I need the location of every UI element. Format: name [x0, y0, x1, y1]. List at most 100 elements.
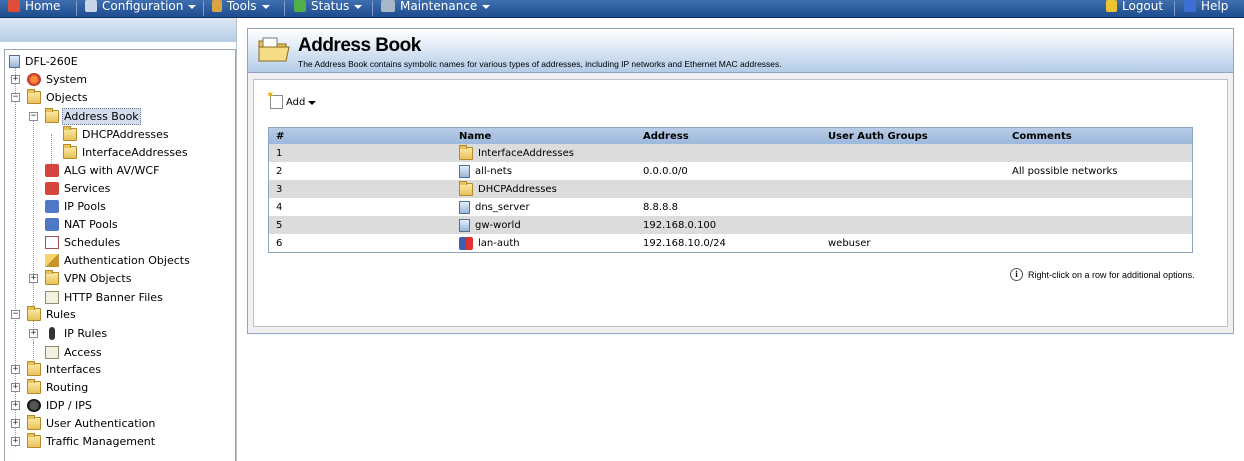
tree-item-schedules[interactable]: Schedules: [45, 234, 122, 251]
expand-toggle[interactable]: +: [11, 437, 20, 446]
tree-item-interfaces[interactable]: Interfaces: [27, 361, 103, 378]
tree-item-label: Rules: [46, 308, 76, 321]
expand-toggle[interactable]: +: [29, 329, 38, 338]
collapse-toggle[interactable]: −: [29, 112, 38, 121]
tree-item-alg[interactable]: ALG with AV/WCF: [45, 162, 161, 179]
row-number: 2: [276, 165, 283, 177]
tree-item-objects[interactable]: Objects: [27, 89, 90, 106]
add-button-label: Add: [286, 96, 306, 108]
table-row[interactable]: 4 dns_server 8.8.8.8: [269, 198, 1192, 216]
menu-home-label: Home: [25, 0, 61, 13]
row-name: DHCPAddresses: [459, 180, 643, 198]
tree-item-label: Schedules: [64, 236, 121, 249]
row-comments: [1012, 234, 1192, 252]
menu-home[interactable]: Home: [8, 0, 60, 17]
tree-item-interface-addresses[interactable]: InterfaceAddresses: [63, 144, 190, 161]
content-area: Add # Name Address User Auth Groups Comm…: [253, 79, 1228, 327]
nat-pools-icon: [45, 218, 59, 231]
tree-item-address-book[interactable]: Address Book: [45, 108, 141, 125]
expand-toggle[interactable]: +: [29, 274, 38, 283]
column-header-name[interactable]: Name: [459, 128, 643, 144]
tree-item-ip-rules[interactable]: IP Rules: [45, 325, 109, 342]
tree-item-http-banner[interactable]: HTTP Banner Files: [45, 289, 165, 306]
folder-icon: [45, 270, 59, 285]
expand-toggle[interactable]: +: [11, 383, 20, 392]
tree-item-services[interactable]: Services: [45, 180, 112, 197]
collapse-toggle[interactable]: −: [11, 310, 20, 319]
menu-status[interactable]: Status: [294, 0, 363, 17]
device-icon: [9, 55, 20, 68]
menu-help[interactable]: Help: [1184, 0, 1228, 17]
chevron-down-icon: [308, 100, 317, 105]
row-name: all-nets: [459, 162, 643, 180]
routing-icon: [27, 379, 41, 394]
tree-item-user-auth[interactable]: User Authentication: [27, 415, 157, 432]
traffic-icon: [27, 433, 41, 448]
menu-tools[interactable]: Tools: [212, 0, 270, 17]
tree-item-label: System: [46, 73, 88, 86]
table-header: # Name Address User Auth Groups Comments: [269, 128, 1192, 144]
maintenance-icon: [381, 0, 395, 12]
row-name-text: DHCPAddresses: [478, 183, 557, 195]
row-number: 3: [276, 183, 283, 195]
column-header-address[interactable]: Address: [643, 128, 828, 144]
menu-help-label: Help: [1201, 0, 1229, 13]
row-number: 1: [276, 147, 283, 159]
expand-toggle[interactable]: +: [11, 401, 20, 410]
row-address: [643, 144, 828, 162]
page-description: The Address Book contains symbolic names…: [298, 59, 782, 69]
tree-item-auth-objects[interactable]: Authentication Objects: [45, 252, 192, 269]
home-icon: [8, 0, 20, 12]
chevron-down-icon: [188, 5, 197, 9]
row-address: [643, 180, 828, 198]
tree-item-root[interactable]: DFL-260E: [9, 53, 80, 70]
tree-item-access[interactable]: Access: [45, 344, 104, 361]
column-header-comments[interactable]: Comments: [1012, 128, 1192, 144]
context-hint: i Right-click on a row for additional op…: [1010, 268, 1195, 281]
add-button[interactable]: Add: [266, 90, 317, 110]
tree-item-label: Interfaces: [46, 363, 101, 376]
folder-icon: [27, 89, 41, 104]
table-row[interactable]: 1 InterfaceAddresses: [269, 144, 1192, 162]
tree-item-rules[interactable]: Rules: [27, 306, 78, 323]
table-row[interactable]: 5 gw-world 192.168.0.100: [269, 216, 1192, 234]
row-name-text: gw-world: [475, 219, 521, 231]
tree-item-ip-pools[interactable]: IP Pools: [45, 198, 108, 215]
tree-item-dhcp-addresses[interactable]: DHCPAddresses: [63, 126, 171, 143]
user-auth-icon: [27, 415, 41, 430]
tree-item-label: Access: [64, 346, 102, 359]
expand-toggle[interactable]: +: [11, 75, 20, 84]
expand-toggle[interactable]: +: [11, 365, 20, 374]
tree-item-nat-pools[interactable]: NAT Pools: [45, 216, 120, 233]
pencil-icon: [45, 254, 59, 267]
interfaces-icon: [27, 361, 41, 376]
column-header-number[interactable]: #: [269, 128, 459, 144]
system-icon: [27, 73, 41, 86]
table-row[interactable]: 3 DHCPAddresses: [269, 180, 1192, 198]
column-header-user-auth-groups[interactable]: User Auth Groups: [828, 128, 1012, 144]
row-user-auth-groups: [828, 162, 1012, 180]
chevron-down-icon: [354, 5, 363, 9]
tree-item-traffic-mgmt[interactable]: Traffic Management: [27, 433, 157, 450]
collapse-toggle[interactable]: −: [11, 93, 20, 102]
tree-item-label: IP Pools: [64, 200, 106, 213]
tree-item-label: DFL-260E: [25, 55, 78, 68]
tree-item-label: IDP / IPS: [46, 399, 92, 412]
tree-item-system[interactable]: System: [27, 71, 89, 88]
row-name-text: InterfaceAddresses: [478, 147, 574, 159]
expand-toggle[interactable]: +: [11, 419, 20, 428]
tree-item-label: DHCPAddresses: [82, 128, 169, 141]
menu-logout[interactable]: Logout: [1106, 0, 1163, 17]
menu-separator: [372, 1, 373, 16]
table-row[interactable]: 6 lan-auth 192.168.10.0/24 webuser: [269, 234, 1192, 252]
tree-item-label: VPN Objects: [64, 272, 132, 285]
menu-maintenance[interactable]: Maintenance: [381, 0, 491, 17]
tree-item-routing[interactable]: Routing: [27, 379, 90, 396]
navigation-panel: DFL-260E + System − Objects − Address Bo…: [0, 18, 237, 461]
chevron-down-icon: [261, 5, 270, 9]
tree-item-vpn-objects[interactable]: VPN Objects: [45, 270, 133, 287]
tree-item-idp-ips[interactable]: IDP / IPS: [27, 397, 94, 414]
menu-configuration[interactable]: Configuration: [85, 0, 197, 17]
rules-icon: [27, 306, 41, 321]
table-row[interactable]: 2 all-nets 0.0.0.0/0 All possible networ…: [269, 162, 1192, 180]
